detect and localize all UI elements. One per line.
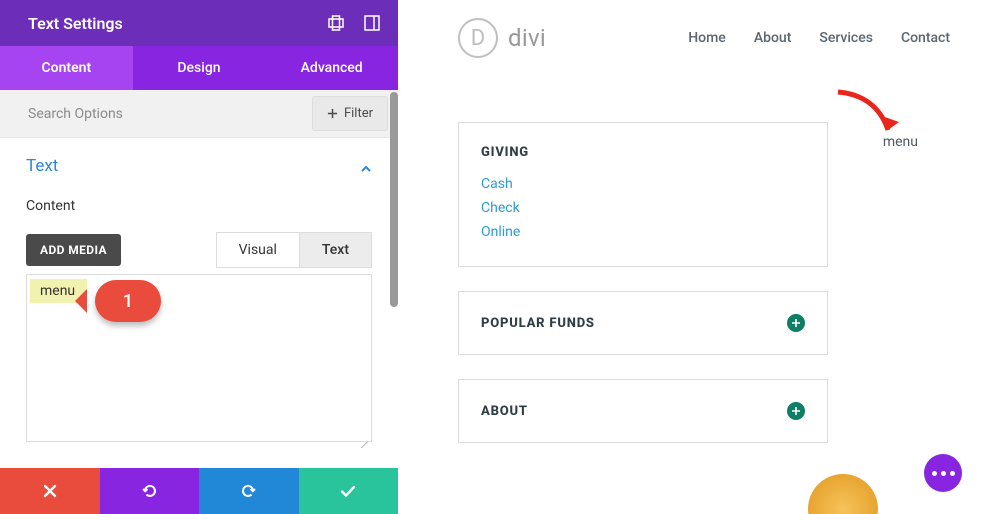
filter-label: Filter (344, 106, 373, 121)
preview-body: menu GIVING Cash Check Online POPULAR FU… (458, 122, 950, 443)
field-label-content: Content (26, 198, 372, 214)
nav-about[interactable]: About (754, 30, 792, 46)
wireframe-icon[interactable] (328, 15, 344, 31)
accordion-item-about: ABOUT (458, 379, 828, 443)
site-header: D divi Home About Services Contact (458, 18, 950, 58)
section-toggle[interactable]: Text (26, 156, 372, 176)
accordion-item-giving: GIVING Cash Check Online (458, 122, 828, 267)
editor-tab-visual[interactable]: Visual (216, 232, 300, 268)
dot-icon (932, 471, 937, 476)
dot-icon (941, 471, 946, 476)
callout-number: 1 (123, 291, 133, 312)
site-logo[interactable]: D divi (458, 18, 546, 58)
search-input[interactable] (0, 92, 312, 136)
link-cash[interactable]: Cash (481, 172, 805, 196)
nav-services[interactable]: Services (819, 30, 873, 46)
accordion: GIVING Cash Check Online POPULAR FUNDS (458, 122, 828, 443)
panel-actions (0, 468, 398, 514)
panel-title: Text Settings (28, 14, 123, 33)
expand-icon[interactable] (364, 15, 380, 31)
panel-tabs: Content Design Advanced (0, 46, 398, 90)
scrollbar-thumb[interactable] (390, 92, 398, 307)
link-check[interactable]: Check (481, 196, 805, 220)
main-nav: Home About Services Contact (688, 30, 950, 46)
accordion-title: ABOUT (481, 404, 528, 419)
preview-pane: D divi Home About Services Contact menu … (398, 0, 984, 514)
editor-toolbar: ADD MEDIA Visual Text (26, 232, 372, 268)
editor-tab-text[interactable]: Text (300, 232, 372, 268)
cancel-button[interactable] (0, 468, 100, 514)
expand-icon (787, 314, 805, 332)
editor-mode-tabs: Visual Text (216, 232, 372, 268)
settings-panel: Text Settings Content Design Advanced Fi… (0, 0, 398, 514)
annotation-callout-1: 1 (95, 280, 161, 322)
undo-button[interactable] (100, 468, 200, 514)
accordion-toggle-about[interactable]: ABOUT (459, 380, 827, 442)
add-media-button[interactable]: ADD MEDIA (26, 234, 121, 266)
section-title: Text (26, 156, 58, 176)
accordion-title: POPULAR FUNDS (481, 316, 595, 331)
page-settings-fab[interactable] (924, 454, 962, 492)
panel-header-actions (328, 15, 380, 31)
expand-icon (787, 402, 805, 420)
logo-mark: D (458, 18, 498, 58)
tab-content[interactable]: Content (0, 46, 133, 90)
dot-icon (950, 471, 955, 476)
nav-home[interactable]: Home (688, 30, 726, 46)
decorative-sun-icon (808, 474, 878, 514)
plus-icon (327, 108, 338, 119)
logo-text: divi (508, 24, 546, 52)
chevron-up-icon (360, 160, 372, 172)
accordion-item-popular-funds: POPULAR FUNDS (458, 291, 828, 355)
section-text: Text Content ADD MEDIA Visual Text menu (0, 138, 398, 446)
redo-button[interactable] (199, 468, 299, 514)
nav-contact[interactable]: Contact (901, 30, 950, 46)
filter-button[interactable]: Filter (312, 96, 388, 131)
tab-advanced[interactable]: Advanced (265, 46, 398, 90)
save-button[interactable] (299, 468, 399, 514)
panel-header: Text Settings (0, 0, 398, 46)
tab-design[interactable]: Design (133, 46, 266, 90)
search-row: Filter (0, 90, 398, 138)
accordion-toggle-giving[interactable]: GIVING (459, 123, 827, 172)
accordion-toggle-popular-funds[interactable]: POPULAR FUNDS (459, 292, 827, 354)
link-online[interactable]: Online (481, 220, 805, 244)
accordion-body-giving: Cash Check Online (459, 172, 827, 266)
accordion-title: GIVING (481, 145, 529, 160)
module-output-text: menu (883, 134, 918, 150)
